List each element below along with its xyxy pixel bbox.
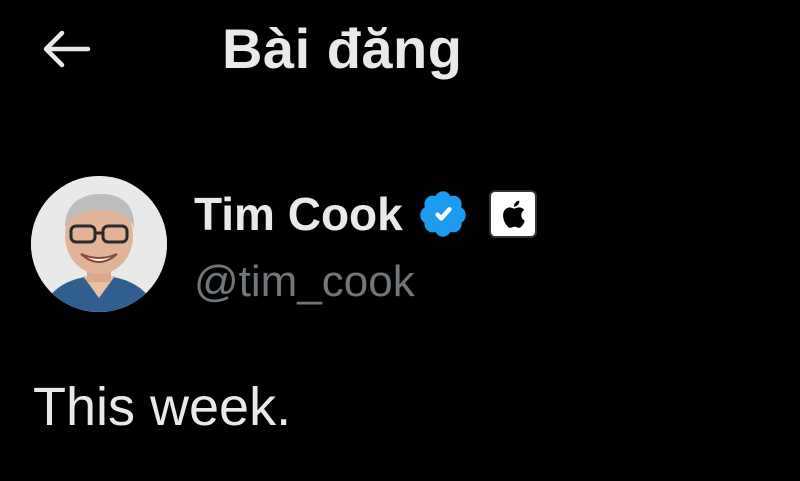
arrow-left-icon [40, 29, 92, 69]
post-detail-page: Bài đăng Tim Cook @tim_cook This week. [0, 0, 800, 481]
author-name[interactable]: Tim Cook [194, 186, 403, 242]
back-button[interactable] [38, 26, 94, 72]
page-title: Bài đăng [222, 17, 463, 80]
author-name-row: Tim Cook [194, 184, 537, 244]
post-text: This week. [33, 377, 292, 437]
verified-badge-icon[interactable] [417, 188, 469, 240]
post-author: Tim Cook @tim_cook [31, 176, 771, 316]
author-handle[interactable]: @tim_cook [194, 254, 415, 310]
avatar[interactable] [31, 176, 167, 312]
apple-logo-icon[interactable] [488, 190, 537, 238]
top-bar: Bài đăng [0, 0, 800, 100]
